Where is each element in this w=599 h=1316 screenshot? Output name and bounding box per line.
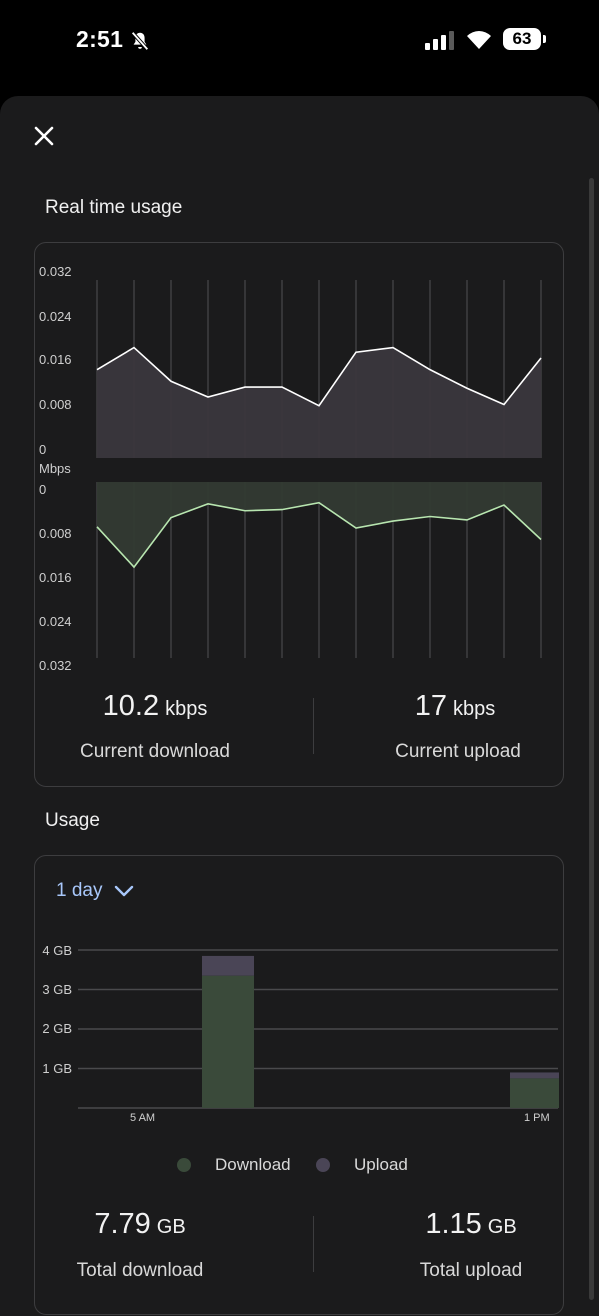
legend-item-download: Download	[177, 1155, 291, 1175]
legend-dot-upload	[316, 1158, 330, 1172]
bar-upload	[202, 955, 254, 976]
total-upload-label: Total upload	[419, 1260, 523, 1281]
bar-x-tick: 1 PM	[524, 1112, 550, 1124]
bar-x-tick: 5 AM	[130, 1112, 156, 1124]
total-download-unit: GB	[156, 1216, 186, 1238]
legend-item-upload: Upload	[316, 1155, 408, 1175]
bar-upload	[510, 1072, 559, 1079]
bar-download	[202, 975, 254, 1108]
legend-label-download: Download	[215, 1155, 291, 1174]
legend-dot-download	[177, 1158, 191, 1172]
stat-divider	[313, 1216, 314, 1272]
total-download-label: Total download	[76, 1260, 204, 1281]
legend-label-upload: Upload	[354, 1155, 408, 1174]
total-download-value: 7.79 GB	[94, 1208, 186, 1240]
total-upload-value: 1.15 GB	[425, 1208, 517, 1240]
usage-bar-chart	[78, 949, 559, 1109]
total-upload-unit: GB	[487, 1216, 517, 1238]
bar-download	[510, 1078, 559, 1108]
